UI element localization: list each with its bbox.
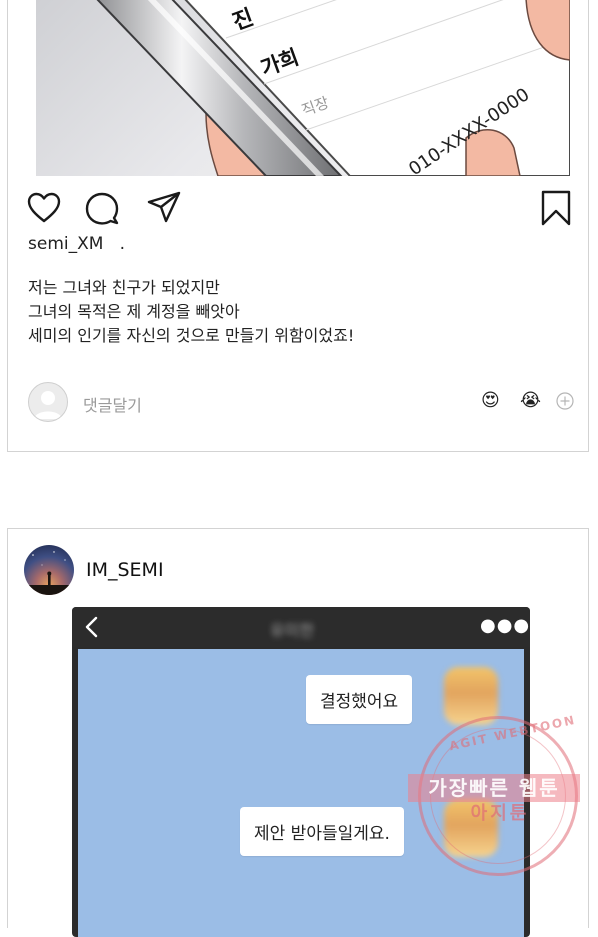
post-username[interactable]: semi_XM . bbox=[28, 234, 125, 254]
chat-body: 결정했어요 제안 받아들일게요. bbox=[78, 649, 524, 937]
bookmark-icon[interactable] bbox=[538, 190, 574, 226]
message-bubble: 결정했어요 bbox=[306, 675, 413, 724]
post-image[interactable]: 진 가희 직장 010-XXXX-0000 bbox=[36, 0, 570, 176]
back-arrow-icon[interactable] bbox=[80, 615, 104, 639]
comment-icon[interactable] bbox=[84, 190, 120, 226]
username-text[interactable]: semi_XM bbox=[28, 234, 103, 254]
post-username-2[interactable]: IM_SEMI bbox=[86, 559, 164, 581]
more-options-icon[interactable]: ●●● bbox=[480, 615, 530, 636]
user-silhouette-icon bbox=[34, 391, 62, 419]
silhouette-sunset-icon bbox=[24, 551, 74, 595]
crying-emoji-icon[interactable]: 😭 bbox=[520, 390, 541, 411]
sender-profile-picture bbox=[444, 667, 498, 725]
username-suffix: . bbox=[119, 234, 126, 254]
commenter-avatar bbox=[28, 382, 68, 422]
caption-line: 저는 그녀와 친구가 되었지만 bbox=[28, 278, 220, 297]
heart-icon[interactable] bbox=[26, 190, 62, 226]
post-card-2: IM_SEMI 유미한 ●●● 결정했어요 제안 받아들일게요. bbox=[7, 528, 589, 937]
profile-avatar[interactable] bbox=[24, 545, 74, 595]
sender-profile-picture bbox=[444, 799, 498, 857]
chat-header: 유미한 ●●● bbox=[72, 607, 530, 647]
share-icon[interactable] bbox=[146, 190, 182, 226]
chat-title: 유미한 bbox=[270, 621, 315, 640]
caption-line: 세미의 인기를 자신의 것으로 만들기 위함이었죠! bbox=[28, 326, 355, 345]
phone-illustration: 진 가희 직장 010-XXXX-0000 bbox=[96, 0, 570, 176]
post-actions bbox=[26, 190, 572, 226]
post-card-1: 진 가희 직장 010-XXXX-0000 semi_XM . 저는 그녀와 친… bbox=[7, 0, 589, 452]
message-bubble: 제안 받아들일게요. bbox=[240, 807, 404, 856]
comment-input[interactable]: 댓글달기 bbox=[83, 392, 142, 416]
post-caption: 저는 그녀와 친구가 되었지만 그녀의 목적은 제 계정을 빼앗아 세미의 인기… bbox=[28, 276, 354, 348]
comment-row: 댓글달기 😍 😭 bbox=[28, 382, 574, 424]
heart-eyes-emoji-icon[interactable]: 😍 bbox=[481, 390, 500, 411]
chat-screenshot: 유미한 ●●● 결정했어요 제안 받아들일게요. bbox=[72, 607, 530, 937]
caption-line: 그녀의 목적은 제 계정을 빼앗아 bbox=[28, 302, 240, 321]
add-reaction-icon[interactable] bbox=[556, 392, 574, 410]
